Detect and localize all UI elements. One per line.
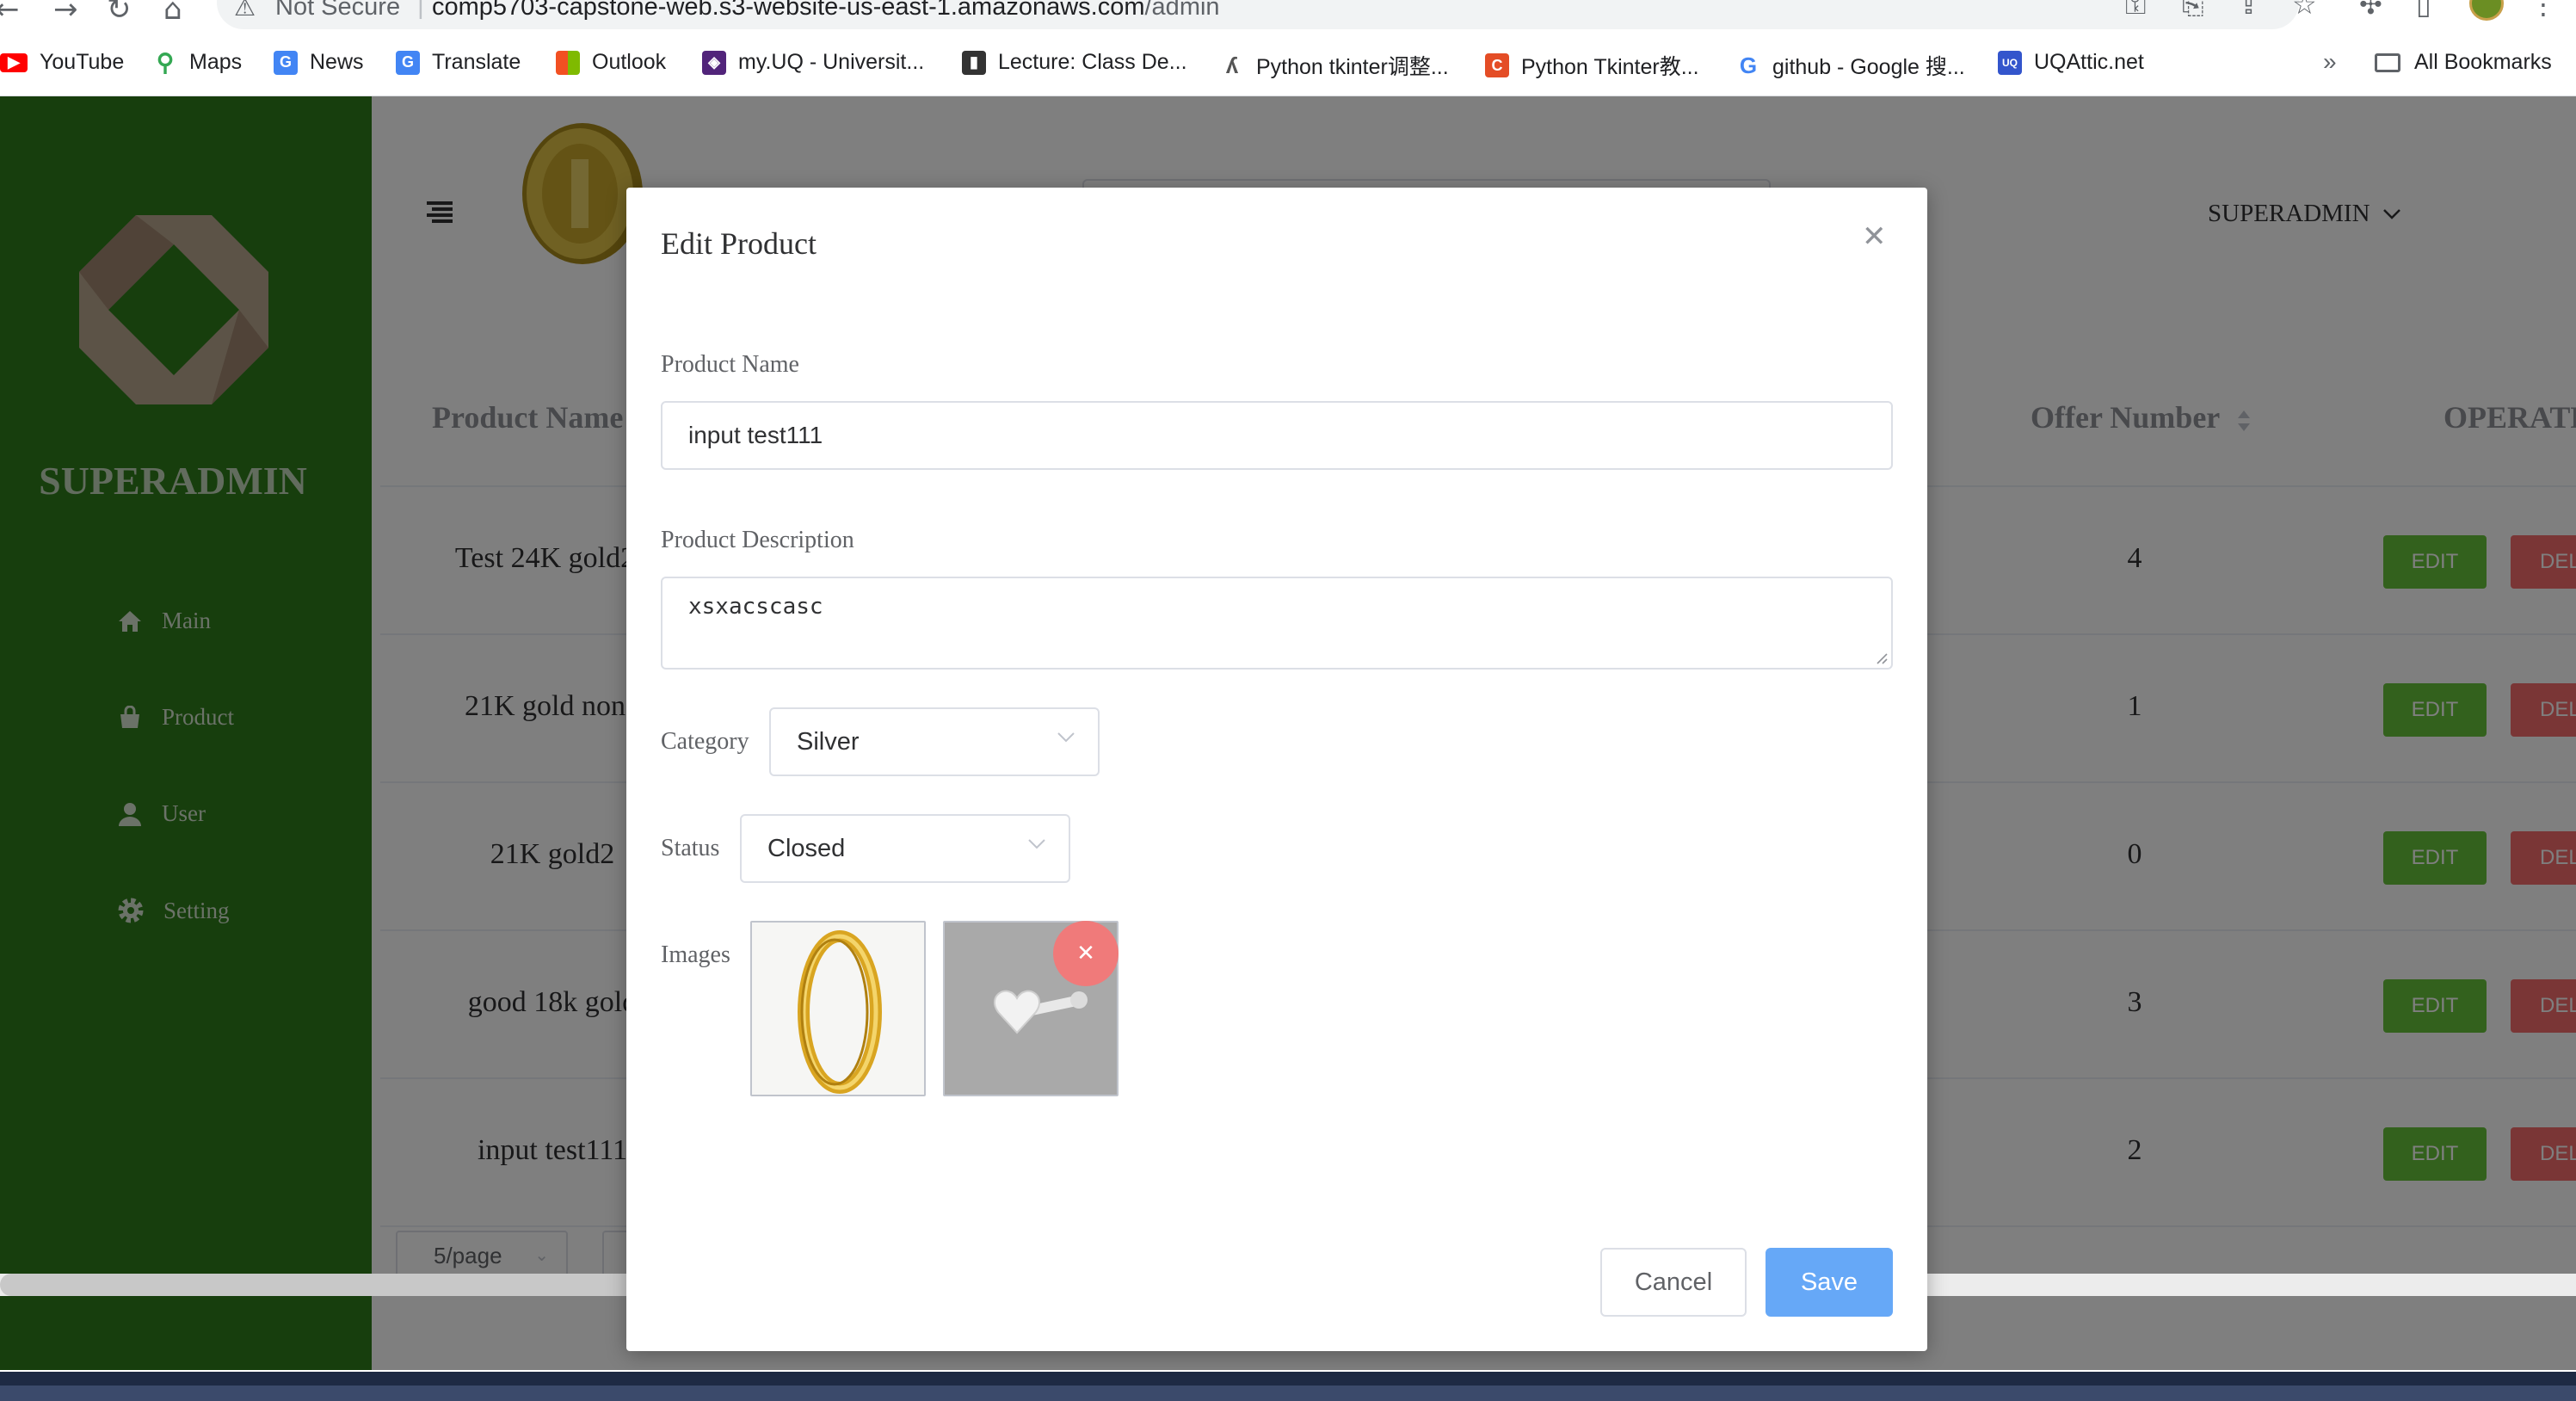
product-description-value: xsxacscasc [688, 594, 823, 620]
c-icon: C [1485, 53, 1509, 77]
profile-avatar[interactable] [2469, 0, 2504, 21]
url-separator: | [417, 0, 424, 20]
google-icon: G [1739, 52, 1758, 78]
back-icon[interactable]: ← [0, 0, 20, 24]
sidepanel-icon[interactable]: ▯ [2416, 0, 2431, 21]
bookmark-youtube[interactable]: ▶ YouTube [0, 50, 124, 75]
remove-image-button[interactable]: ✕ [1053, 921, 1119, 986]
chevron-down-icon [1028, 839, 1045, 849]
uqattic-icon: UQ [1998, 50, 2022, 75]
microsoft-icon [556, 50, 580, 75]
news-icon: G [274, 50, 298, 75]
product-description-textarea[interactable]: xsxacscasc [661, 577, 1893, 670]
dialog-title: Edit Product [661, 226, 817, 261]
category-select[interactable]: Silver [769, 707, 1100, 776]
bookmark-label: Translate [432, 50, 521, 74]
key-icon[interactable]: ⚿ [2125, 0, 2146, 22]
category-label: Category [661, 728, 749, 755]
extensions-icon[interactable]: ✣ [2359, 0, 2382, 21]
all-bookmarks-button[interactable]: All Bookmarks [2375, 50, 2552, 75]
status-select[interactable]: Closed [740, 814, 1070, 883]
reload-icon[interactable]: ↻ [107, 0, 132, 24]
os-taskbar-strip [0, 1386, 2576, 1401]
bookmark-label: Lecture: Class De... [998, 50, 1187, 74]
folder-icon [2375, 52, 2400, 72]
bookmark-label: News [310, 50, 364, 74]
warning-icon[interactable]: ⚠ [234, 0, 256, 22]
status-value: Closed [767, 834, 846, 862]
translate-icon: G [396, 50, 420, 75]
bookmark-label: Maps [189, 50, 243, 74]
menu-icon[interactable]: ⋮ [2530, 0, 2557, 21]
category-value: Silver [797, 727, 860, 756]
status-label: Status [661, 835, 720, 861]
bookmark-label: github - Google 搜... [1772, 55, 1965, 79]
product-description-label: Product Description [661, 527, 854, 553]
all-bookmarks-label: All Bookmarks [2414, 50, 2552, 74]
translate-icon[interactable]: ⎘ [2182, 0, 2204, 22]
images-label: Images [661, 941, 730, 968]
bookmark-translate[interactable]: G Translate [396, 50, 521, 75]
uq-icon: ◈ [702, 50, 726, 75]
product-name-label: Product Name [661, 351, 799, 378]
bookmark-label: YouTube [40, 50, 125, 74]
bookmark-label: UQAttic.net [2034, 50, 2144, 74]
close-icon[interactable]: ✕ [1862, 222, 1887, 251]
bookmark-label: Python Tkinter教... [1521, 55, 1699, 79]
bookmark-label: Python tkinter调整... [1256, 55, 1449, 79]
bookmark-lecture[interactable]: ▮ Lecture: Class De... [962, 50, 1187, 75]
youtube-icon: ▶ [0, 52, 28, 72]
url-host: comp5703-capstone-web.s3-website-us-east… [432, 0, 1145, 21]
bookmark-python-tkinter[interactable]: ʎ Python tkinter调整... [1220, 50, 1449, 81]
save-button[interactable]: Save [1766, 1248, 1893, 1317]
star-icon[interactable]: ☆ [2292, 0, 2317, 21]
bookmark-news[interactable]: G News [274, 50, 364, 75]
chevron-down-icon [1057, 732, 1075, 743]
bookmark-outlook[interactable]: Outlook [556, 50, 666, 75]
product-image-thumbnail[interactable] [750, 921, 926, 1096]
edit-product-dialog: Edit Product ✕ Product Name input test11… [626, 188, 1927, 1351]
home-icon[interactable]: ⌂ [163, 0, 182, 24]
bookmark-github-google[interactable]: G github - Google 搜... [1736, 50, 1965, 81]
close-icon: ✕ [1076, 941, 1095, 966]
gold-ring-image [798, 930, 882, 1094]
bookmark-python-tkinter-2[interactable]: C Python Tkinter教... [1485, 50, 1699, 81]
lecture-icon: ▮ [962, 50, 986, 75]
url-path: /admin [1144, 0, 1220, 21]
bookmarks-overflow-button[interactable]: » [2323, 48, 2337, 76]
browser-chrome: ← → ↻ ⌂ ⚠ Not Secure | comp5703-capstone… [0, 0, 2576, 96]
bookmark-label: my.UQ - Universit... [738, 50, 925, 74]
security-label[interactable]: Not Secure [275, 0, 400, 22]
bookmark-uqattic[interactable]: UQ UQAttic.net [1998, 50, 2144, 75]
cancel-button[interactable]: Cancel [1600, 1248, 1747, 1317]
browser-nav-row: ← → ↻ ⌂ ⚠ Not Secure | comp5703-capstone… [0, 0, 2576, 34]
bookmarks-bar: ▶ YouTube ⚲ Maps G News G Translate Outl… [0, 45, 2576, 84]
bookmark-myuq[interactable]: ◈ my.UQ - Universit... [702, 50, 924, 75]
url-text[interactable]: comp5703-capstone-web.s3-website-us-east… [432, 0, 1220, 22]
maps-icon: ⚲ [156, 49, 175, 76]
bookmark-label: Outlook [592, 50, 667, 74]
share-icon[interactable]: ⇪ [2237, 0, 2260, 21]
python-icon: ʎ [1225, 52, 1239, 78]
resize-grip-icon[interactable] [1874, 651, 1888, 664]
bookmark-maps[interactable]: ⚲ Maps [153, 49, 243, 76]
product-name-input[interactable]: input test111 [661, 401, 1893, 470]
forward-icon[interactable]: → [53, 0, 78, 24]
